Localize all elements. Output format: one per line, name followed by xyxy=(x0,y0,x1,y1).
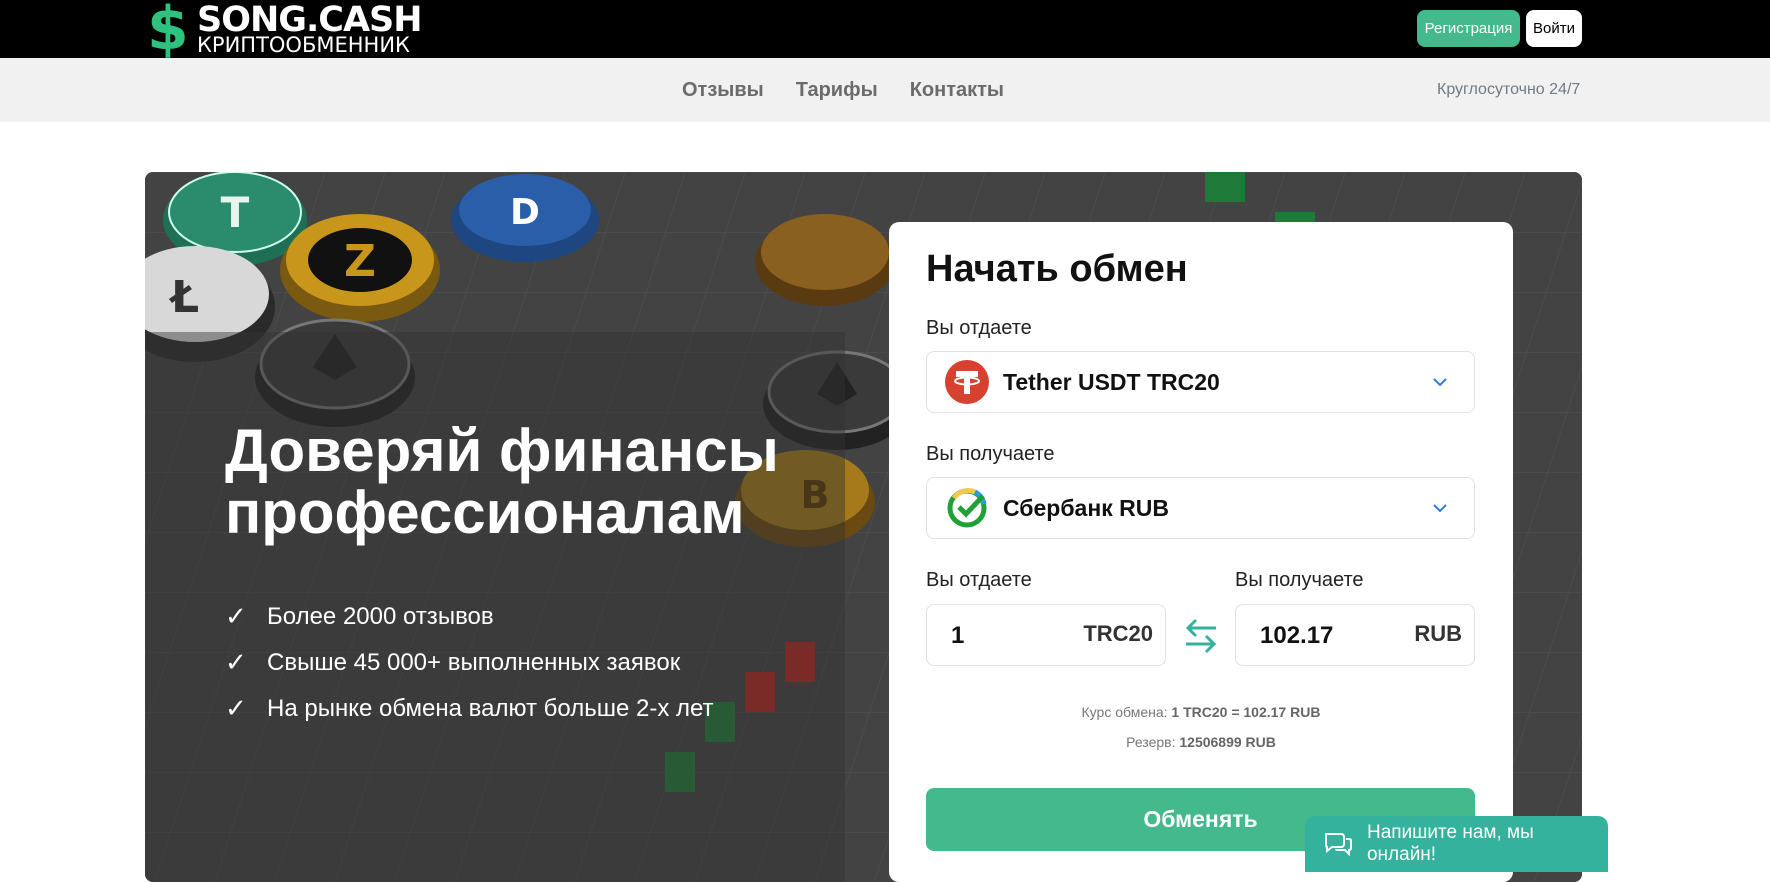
give-currency-label: Вы отдаете xyxy=(926,317,1032,339)
svg-text:Ł: Ł xyxy=(169,272,199,323)
amount-get-input[interactable] xyxy=(1260,621,1380,651)
swap-arrows-icon[interactable] xyxy=(1180,614,1222,656)
sberbank-icon xyxy=(947,488,987,528)
chevron-down-icon xyxy=(1433,378,1447,387)
logo[interactable]: $ SONG.CASH КРИПТООБМЕННИК xyxy=(147,0,423,62)
exchange-title: Начать обмен xyxy=(926,248,1188,290)
logo-subtitle: КРИПТООБМЕННИК xyxy=(197,33,410,57)
list-item: ✓ Свыше 45 000+ выполненных заявок xyxy=(225,640,714,686)
rate-label: Курс обмена: xyxy=(1081,704,1168,720)
chat-bubbles-icon xyxy=(1324,833,1352,857)
svg-text:Z: Z xyxy=(344,236,376,287)
check-icon: ✓ xyxy=(225,602,247,632)
amount-give-currency: TRC20 xyxy=(1083,621,1153,646)
hero-features: ✓ Более 2000 отзывов ✓ Свыше 45 000+ вып… xyxy=(225,594,714,732)
nav-link-reviews[interactable]: Отзывы xyxy=(682,79,764,102)
get-currency-label: Вы получаете xyxy=(926,443,1055,465)
get-currency-value: Сбербанк RUB xyxy=(1003,494,1169,521)
amount-give-label: Вы отдаете xyxy=(926,569,1032,591)
chat-widget[interactable]: Напишите нам, мы онлайн! xyxy=(1305,816,1608,872)
rate-value: 1 TRC20 = 102.17 RUB xyxy=(1171,704,1321,720)
tether-icon xyxy=(945,360,989,404)
nav-link-tariffs[interactable]: Тарифы xyxy=(796,79,878,102)
nav-bar: Отзывы Тарифы Контакты Круглосуточно 24/… xyxy=(0,58,1770,122)
svg-text:D: D xyxy=(510,192,540,233)
reserve-value: 12506899 RUB xyxy=(1179,734,1276,750)
exchange-rate: Курс обмена: 1 TRC20 = 102.17 RUB xyxy=(889,704,1513,720)
list-item: ✓ На рынке обмена валют больше 2-х лет xyxy=(225,686,714,732)
register-button[interactable]: Регистрация xyxy=(1417,10,1520,47)
amount-get-currency: RUB xyxy=(1414,621,1462,646)
reserve-label: Резерв: xyxy=(1126,734,1176,750)
feature-text: Более 2000 отзывов xyxy=(267,603,494,630)
working-hours: Круглосуточно 24/7 xyxy=(1437,81,1581,98)
amount-give-input[interactable] xyxy=(951,621,1071,651)
login-button[interactable]: Войти xyxy=(1526,10,1582,47)
give-currency-select[interactable]: Tether USDT TRC20 xyxy=(926,351,1475,413)
nav-links: Отзывы Тарифы Контакты xyxy=(682,58,1004,122)
hero-title: Доверяй финансы профессионалам xyxy=(225,417,779,546)
logo-dollar-icon: $ xyxy=(147,0,189,64)
chat-text: Напишите нам, мы онлайн! xyxy=(1366,822,1534,865)
chevron-down-icon xyxy=(1433,504,1447,513)
list-item: ✓ Более 2000 отзывов xyxy=(225,594,714,640)
svg-text:T: T xyxy=(221,188,250,237)
amount-get-label: Вы получаете xyxy=(1235,569,1364,591)
nav-link-contacts[interactable]: Контакты xyxy=(910,79,1004,102)
amount-get-field: RUB xyxy=(1235,604,1475,666)
top-bar: $ SONG.CASH КРИПТООБМЕННИК Регистрация В… xyxy=(0,0,1770,62)
exchange-card: Начать обмен Вы отдаете Tether USDT TRC2… xyxy=(889,222,1513,882)
feature-text: На рынке обмена валют больше 2-х лет xyxy=(267,695,714,722)
feature-text: Свыше 45 000+ выполненных заявок xyxy=(267,649,681,676)
check-icon: ✓ xyxy=(225,694,247,724)
reserve: Резерв: 12506899 RUB xyxy=(889,734,1513,750)
get-currency-select[interactable]: Сбербанк RUB xyxy=(926,477,1475,539)
check-icon: ✓ xyxy=(225,648,247,678)
amount-give-field: TRC20 xyxy=(926,604,1166,666)
give-currency-value: Tether USDT TRC20 xyxy=(1003,368,1220,395)
